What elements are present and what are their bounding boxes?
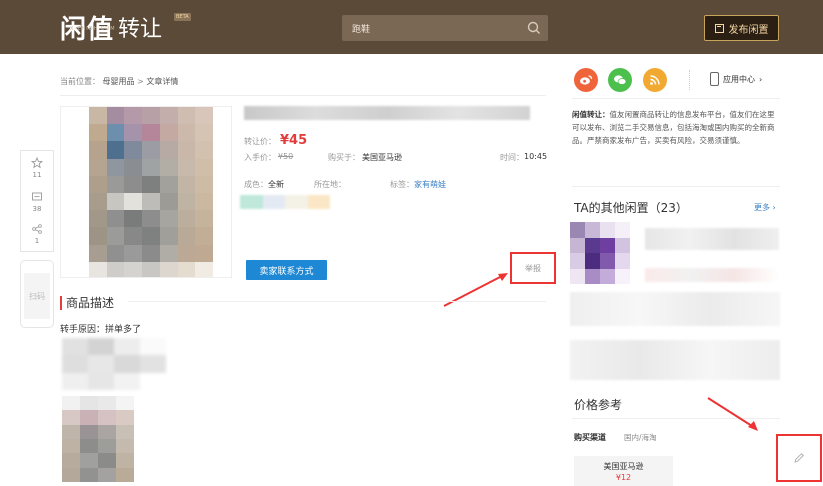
product-photo-pixels: [89, 107, 213, 277]
weibo-icon[interactable]: [574, 68, 598, 92]
contact-seller-button[interactable]: 卖家联系方式: [246, 260, 327, 280]
intro-bold: 闲值转让：: [572, 110, 610, 119]
divider: [689, 70, 690, 90]
reference-store: 美国亚马逊: [603, 462, 644, 471]
description-text-blurred: [62, 338, 166, 390]
divider: [572, 98, 780, 99]
product-image[interactable]: [60, 106, 232, 278]
other-item-row-blurred: [570, 292, 780, 326]
rss-icon[interactable]: [643, 68, 667, 92]
other-items-title: TA的其他闲置（23）: [574, 201, 688, 215]
breadcrumb-item-article[interactable]: 文章详情: [146, 77, 178, 86]
side-toolbar: 11 38 1: [20, 150, 54, 252]
search-query: 跑鞋: [352, 25, 371, 35]
more-link[interactable]: 更多 ›: [754, 202, 776, 213]
other-item-row-blurred: [570, 340, 780, 380]
share-icon: [32, 224, 42, 234]
star-icon: [30, 156, 44, 169]
condition-value: 全新: [268, 180, 284, 189]
qr-code-panel[interactable]: 扫码: [20, 260, 54, 328]
report-highlight-box: 举报: [510, 252, 556, 284]
description-photo-pixels: [62, 396, 134, 482]
search-icon[interactable]: [526, 20, 542, 36]
chevron-right-icon: ›: [759, 74, 763, 84]
more-label: 更多: [754, 203, 770, 212]
condition-label: 成色：: [244, 180, 268, 189]
breadcrumb-prefix: 当前位置：: [60, 77, 100, 86]
other-item-price-blurred: [645, 268, 779, 282]
site-header: 闲值 转让 BETA X·ZHIDH.COM 跑鞋 发布闲置: [0, 0, 823, 54]
breadcrumb: 当前位置： 母婴用品 > 文章详情: [60, 76, 178, 87]
report-link[interactable]: 举报: [525, 263, 541, 274]
favorite-count: 11: [32, 171, 42, 179]
tag-label: 标签：: [390, 180, 414, 189]
buy-price: ¥50: [278, 152, 294, 161]
heading-accent-bar: [60, 295, 62, 310]
breadcrumb-item-category[interactable]: 母婴用品: [103, 77, 135, 86]
share-count: 1: [34, 237, 40, 245]
publish-icon: [714, 23, 724, 33]
divider: [572, 186, 780, 187]
search-input[interactable]: 跑鞋: [342, 15, 548, 41]
pencil-icon[interactable]: [792, 451, 806, 465]
other-item-title-blurred: [645, 228, 779, 250]
favorite-tool[interactable]: 11: [21, 156, 53, 179]
price-row: 转让价： ¥45: [244, 133, 307, 148]
beta-badge: BETA: [174, 13, 191, 21]
post-time: 10:45: [524, 152, 548, 161]
channel-label: 购买渠道: [574, 433, 606, 442]
publish-button[interactable]: 发布闲置: [704, 15, 779, 41]
time-label: 时间：: [500, 153, 524, 162]
channel-sub: 国内/海淘: [624, 433, 657, 442]
qr-label: 扫码: [29, 291, 45, 301]
breadcrumb-separator: >: [137, 77, 144, 86]
edit-highlight-box: [776, 434, 822, 482]
price-reference-title: 价格参考: [574, 398, 623, 412]
publish-label: 发布闲置: [728, 24, 769, 36]
mobile-phone-icon: [710, 72, 719, 86]
app-center-link[interactable]: 应用中心 ›: [710, 72, 762, 86]
logo-subtext: X·ZHIDH.COM: [70, 26, 116, 32]
logo-text-transfer: 转让: [118, 17, 163, 42]
description-title: 商品描述: [66, 296, 115, 310]
annotation-arrow-report: [443, 273, 508, 307]
reference-price: ¥12: [615, 473, 632, 482]
transfer-reason: 转手原因：拼单多了: [60, 325, 142, 335]
divider: [60, 95, 546, 96]
tag-link[interactable]: 家有萌娃: [414, 179, 446, 190]
share-tool[interactable]: 1: [21, 223, 53, 245]
site-intro: 闲值转让：值友闲置商品转让的信息发布平台，值友们在这里可以发布、浏览二手交易信息…: [572, 108, 780, 147]
comment-icon: [32, 192, 42, 201]
comment-count: 38: [32, 205, 42, 213]
divider: [572, 418, 780, 419]
price-label: 转让价：: [244, 137, 276, 146]
location-label: 所在地：: [314, 180, 346, 189]
description-heading: 商品描述: [60, 294, 114, 311]
buy-from-label: 购买于：: [328, 153, 360, 162]
divider: [128, 301, 546, 302]
item-title-blurred: [244, 106, 530, 120]
buy-from-store[interactable]: 美国亚马逊: [362, 152, 402, 163]
annotation-arrow-edit: [707, 397, 758, 431]
qr-code-icon: 扫码: [24, 273, 50, 319]
comment-tool[interactable]: 38: [21, 191, 53, 213]
transfer-price: ¥45: [280, 133, 308, 148]
buy-price-label: 入手价：: [244, 153, 276, 162]
color-swatches-blurred: [240, 195, 330, 209]
app-center-label: 应用中心: [723, 74, 755, 84]
other-item-thumbnail[interactable]: [570, 222, 630, 284]
wechat-icon[interactable]: [608, 68, 632, 92]
